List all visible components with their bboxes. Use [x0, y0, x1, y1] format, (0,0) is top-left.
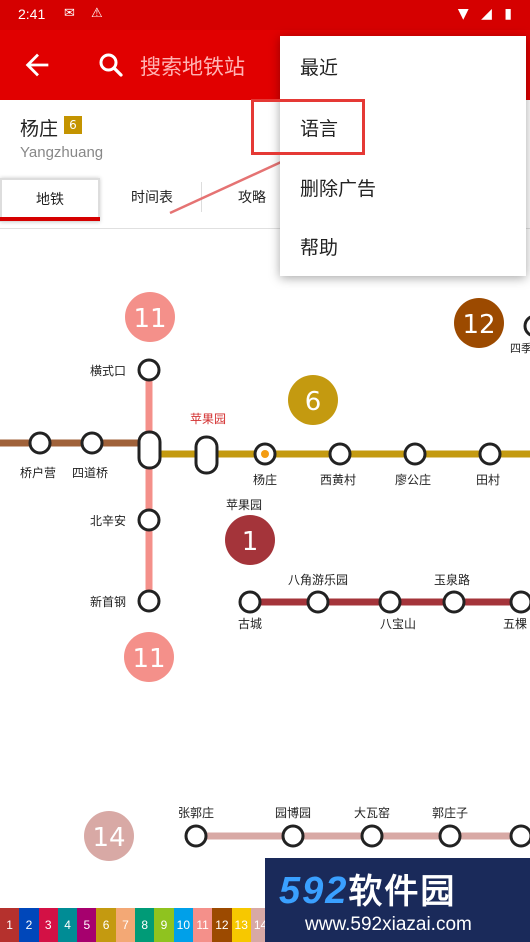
- system-icons: ▼ ◢ ▮: [457, 6, 516, 22]
- legend-line-1[interactable]: 1: [0, 908, 20, 942]
- line-legend: 1 2 3 4 5 6 7 8 9 10 11 12 13 14: [0, 908, 271, 942]
- highlight-box: [251, 99, 365, 155]
- station-node[interactable]: [137, 358, 161, 382]
- overflow-menu: 最近 语言 删除广告 帮助: [280, 36, 526, 276]
- legend-line-8[interactable]: 8: [135, 908, 155, 942]
- subway-map[interactable]: 11 12 6 1 11 14 横式口 北辛安 新首钢 桥户营 四道桥 苹果园 …: [0, 230, 530, 910]
- station-node[interactable]: [478, 442, 502, 466]
- line-6-badge-label: 6: [305, 387, 322, 417]
- notification-icons: ✉ ⚠: [64, 6, 109, 21]
- station-node[interactable]: [80, 431, 104, 455]
- station-label: 张郭庄: [178, 805, 214, 820]
- transfer-node[interactable]: [137, 430, 162, 470]
- menu-item-recent[interactable]: 最近: [300, 53, 338, 80]
- station-node[interactable]: [137, 589, 161, 613]
- station-label: 大瓦窑: [354, 805, 390, 820]
- legend-line-12[interactable]: 12: [212, 908, 232, 942]
- status-time: 2:41: [18, 6, 46, 22]
- station-node[interactable]: [238, 590, 262, 614]
- menu-item-help[interactable]: 帮助: [300, 233, 338, 260]
- legend-line-2[interactable]: 2: [19, 908, 39, 942]
- watermark-logo: 592软件园: [279, 864, 456, 913]
- station-label: 苹果园: [226, 498, 262, 512]
- current-station-dot: [261, 450, 269, 458]
- station-node[interactable]: [523, 315, 530, 337]
- station-label: 桥户营: [20, 465, 56, 480]
- station-node[interactable]: [438, 824, 462, 848]
- tab-divider: [201, 182, 202, 212]
- line-1-badge-label: 1: [242, 527, 259, 557]
- watermark: 592软件园 www.592xiazai.com: [265, 858, 530, 942]
- station-label: 四道桥: [72, 466, 108, 480]
- status-bar: 2:41 ✉ ⚠ ▼ ◢ ▮: [0, 0, 530, 30]
- station-romanization: Yangzhuang: [20, 144, 104, 161]
- station-label: 玉泉路: [434, 572, 470, 587]
- legend-line-13[interactable]: 13: [231, 908, 251, 942]
- station-node[interactable]: [328, 442, 352, 466]
- legend-line-10[interactable]: 10: [173, 908, 193, 942]
- tab-timetable[interactable]: 时间表: [104, 178, 200, 218]
- legend-line-9[interactable]: 9: [154, 908, 174, 942]
- menu-item-remove-ads[interactable]: 删除广告: [300, 174, 376, 201]
- station-label: 郭庄子: [432, 805, 468, 820]
- station-label: 八角游乐园: [288, 573, 348, 587]
- watermark-brand: 592: [279, 870, 349, 912]
- station-label: 杨庄: [253, 472, 277, 487]
- transfer-node[interactable]: [194, 435, 219, 475]
- line-11-badge-bottom-label: 11: [132, 644, 165, 674]
- station-node[interactable]: [137, 508, 161, 532]
- legend-line-6[interactable]: 6: [96, 908, 116, 942]
- line-14-badge-label: 14: [92, 823, 125, 853]
- station-name: 杨庄: [20, 118, 59, 140]
- station-label: 北辛安: [90, 513, 126, 528]
- line-12-badge-label: 12: [462, 310, 495, 340]
- legend-line-3[interactable]: 3: [38, 908, 58, 942]
- station-node[interactable]: [509, 824, 530, 848]
- station-label: 横式口: [90, 364, 126, 378]
- tab-subway[interactable]: 地铁: [0, 178, 100, 222]
- legend-line-7[interactable]: 7: [115, 908, 136, 942]
- station-node[interactable]: [378, 590, 402, 614]
- station-label: 园博园: [275, 805, 311, 820]
- station-node[interactable]: [306, 590, 330, 614]
- station-node[interactable]: [442, 590, 466, 614]
- legend-line-4[interactable]: 4: [57, 908, 78, 942]
- back-arrow-icon[interactable]: [20, 48, 54, 82]
- station-label: 新首钢: [90, 594, 126, 609]
- station-node[interactable]: [28, 431, 52, 455]
- station-node[interactable]: [360, 824, 384, 848]
- station-line-badge: 6: [64, 116, 82, 134]
- station-label: 五棵: [503, 616, 527, 631]
- station-label: 八宝山: [380, 617, 416, 631]
- station-node[interactable]: [509, 590, 530, 614]
- search-input[interactable]: 搜索地铁站: [140, 51, 245, 81]
- legend-line-5[interactable]: 5: [77, 908, 97, 942]
- watermark-url: www.592xiazai.com: [305, 914, 472, 935]
- legend-line-11[interactable]: 11: [192, 908, 213, 942]
- station-label: 四季: [510, 342, 530, 355]
- watermark-brand-cn: 软件园: [348, 872, 457, 912]
- station-label: 廖公庄: [395, 472, 431, 487]
- station-label: 古城: [238, 616, 262, 631]
- station-node[interactable]: [281, 824, 305, 848]
- station-label: 西黄村: [320, 473, 356, 487]
- line-11-badge-top-label: 11: [133, 304, 166, 334]
- station-label: 田村: [476, 473, 500, 487]
- station-node[interactable]: [403, 442, 427, 466]
- station-label: 苹果园: [190, 412, 226, 426]
- active-tab-indicator: [0, 217, 100, 221]
- station-node[interactable]: [184, 824, 208, 848]
- search-icon[interactable]: [96, 50, 126, 80]
